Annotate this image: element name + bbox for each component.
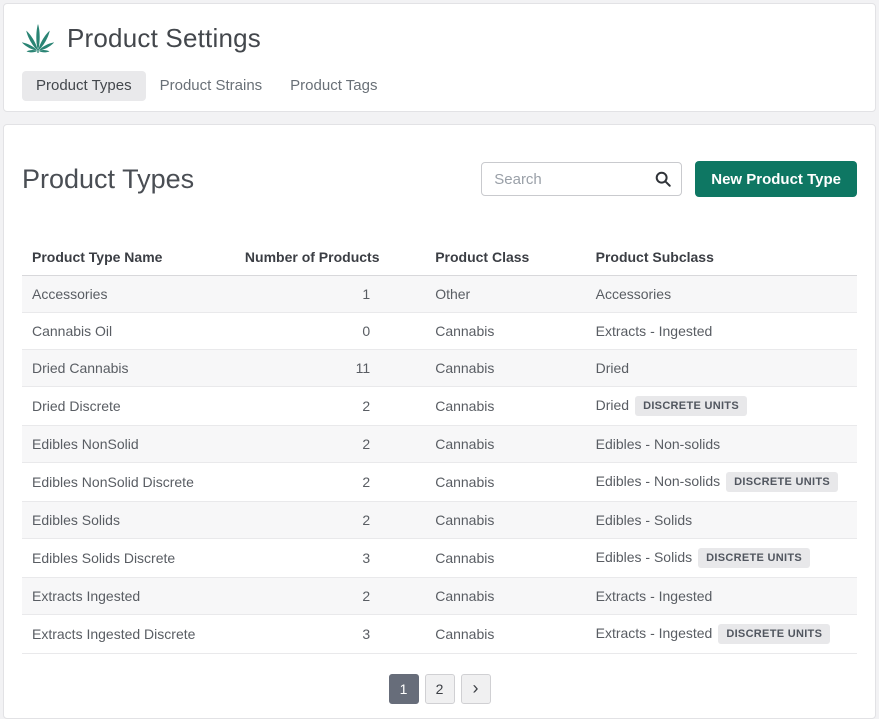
table-row[interactable]: Extracts Ingested Discrete 3 Cannabis Ex… — [22, 615, 857, 654]
subclass-text: Edibles - Solids — [596, 549, 693, 565]
table-row[interactable]: Edibles NonSolid 2 Cannabis Edibles - No… — [22, 426, 857, 463]
cell-count: 0 — [235, 313, 380, 350]
cell-class: Cannabis — [380, 615, 585, 654]
cell-subclass: Edibles - Solids DISCRETE UNITS — [586, 539, 857, 578]
cell-class: Cannabis — [380, 350, 585, 387]
cell-subclass: Accessories — [586, 276, 857, 313]
discrete-units-badge: DISCRETE UNITS — [635, 396, 747, 416]
new-product-type-button[interactable]: New Product Type — [695, 161, 857, 197]
cell-name: Accessories — [22, 276, 235, 313]
cell-name: Extracts Ingested — [22, 578, 235, 615]
cell-class: Cannabis — [380, 539, 585, 578]
cell-subclass: Dried DISCRETE UNITS — [586, 387, 857, 426]
cell-subclass: Extracts - Ingested — [586, 578, 857, 615]
cell-count: 11 — [235, 350, 380, 387]
cell-name: Dried Discrete — [22, 387, 235, 426]
cell-class: Cannabis — [380, 578, 585, 615]
column-header-product-class: Product Class — [380, 239, 585, 276]
cell-count: 2 — [235, 426, 380, 463]
table-row[interactable]: Accessories 1 Other Accessories — [22, 276, 857, 313]
table-row[interactable]: Edibles Solids 2 Cannabis Edibles - Soli… — [22, 502, 857, 539]
subclass-text: Dried — [596, 360, 629, 376]
subclass-text: Extracts - Ingested — [596, 323, 713, 339]
subclass-text: Extracts - Ingested — [596, 625, 713, 641]
column-header-product-type-name: Product Type Name — [22, 239, 235, 276]
table-row[interactable]: Edibles NonSolid Discrete 2 Cannabis Edi… — [22, 463, 857, 502]
cell-subclass: Extracts - Ingested DISCRETE UNITS — [586, 615, 857, 654]
search-box — [481, 162, 682, 196]
search-input[interactable] — [481, 162, 682, 196]
title-row: Product Settings — [22, 22, 857, 54]
cell-count: 2 — [235, 387, 380, 426]
cell-name: Edibles NonSolid — [22, 426, 235, 463]
tab-product-types[interactable]: Product Types — [22, 71, 146, 101]
cell-class: Cannabis — [380, 426, 585, 463]
subclass-text: Edibles - Non-solids — [596, 473, 721, 489]
cell-class: Cannabis — [380, 387, 585, 426]
page-title: Product Settings — [67, 23, 261, 54]
cell-name: Edibles Solids — [22, 502, 235, 539]
next-page-button[interactable]: › — [461, 674, 491, 704]
discrete-units-badge: DISCRETE UNITS — [718, 624, 830, 644]
subclass-text: Accessories — [596, 286, 671, 302]
table-row[interactable]: Dried Cannabis 11 Cannabis Dried — [22, 350, 857, 387]
cell-subclass: Edibles - Solids — [586, 502, 857, 539]
column-header-number-of-products: Number of Products — [235, 239, 380, 276]
cell-subclass: Edibles - Non-solids DISCRETE UNITS — [586, 463, 857, 502]
cell-name: Edibles Solids Discrete — [22, 539, 235, 578]
cell-name: Cannabis Oil — [22, 313, 235, 350]
cell-count: 2 — [235, 578, 380, 615]
product-types-table: Product Type Name Number of Products Pro… — [22, 239, 857, 654]
tab-product-strains[interactable]: Product Strains — [146, 71, 277, 101]
column-header-product-subclass: Product Subclass — [586, 239, 857, 276]
pagination: 1 2 › — [22, 654, 857, 718]
tab-bar: Product Types Product Strains Product Ta… — [22, 71, 857, 101]
subclass-text: Edibles - Solids — [596, 512, 693, 528]
product-types-card: Product Types New Product Type Product T… — [3, 124, 876, 719]
content-header: Product Types New Product Type — [22, 125, 857, 239]
cell-subclass: Edibles - Non-solids — [586, 426, 857, 463]
cell-count: 3 — [235, 615, 380, 654]
page-button-1[interactable]: 1 — [389, 674, 419, 704]
cell-subclass: Dried — [586, 350, 857, 387]
cell-count: 1 — [235, 276, 380, 313]
chevron-right-icon: › — [473, 679, 479, 697]
page-button-2[interactable]: 2 — [425, 674, 455, 704]
cell-count: 2 — [235, 502, 380, 539]
subclass-text: Edibles - Non-solids — [596, 436, 721, 452]
cell-name: Dried Cannabis — [22, 350, 235, 387]
cell-class: Cannabis — [380, 463, 585, 502]
cell-name: Extracts Ingested Discrete — [22, 615, 235, 654]
table-row[interactable]: Cannabis Oil 0 Cannabis Extracts - Inges… — [22, 313, 857, 350]
cell-class: Other — [380, 276, 585, 313]
cell-count: 2 — [235, 463, 380, 502]
table-row[interactable]: Extracts Ingested 2 Cannabis Extracts - … — [22, 578, 857, 615]
section-title: Product Types — [22, 164, 481, 195]
discrete-units-badge: DISCRETE UNITS — [698, 548, 810, 568]
tab-product-tags[interactable]: Product Tags — [276, 71, 391, 101]
cannabis-leaf-icon — [22, 22, 54, 54]
cell-class: Cannabis — [380, 502, 585, 539]
subclass-text: Dried — [596, 397, 629, 413]
subclass-text: Extracts - Ingested — [596, 588, 713, 604]
cell-name: Edibles NonSolid Discrete — [22, 463, 235, 502]
search-icon[interactable] — [654, 170, 672, 188]
cell-count: 3 — [235, 539, 380, 578]
cell-class: Cannabis — [380, 313, 585, 350]
cell-subclass: Extracts - Ingested — [586, 313, 857, 350]
discrete-units-badge: DISCRETE UNITS — [726, 472, 838, 492]
page-header-card: Product Settings Product Types Product S… — [3, 3, 876, 112]
table-header-row: Product Type Name Number of Products Pro… — [22, 239, 857, 276]
table-row[interactable]: Edibles Solids Discrete 3 Cannabis Edibl… — [22, 539, 857, 578]
table-row[interactable]: Dried Discrete 2 Cannabis Dried DISCRETE … — [22, 387, 857, 426]
